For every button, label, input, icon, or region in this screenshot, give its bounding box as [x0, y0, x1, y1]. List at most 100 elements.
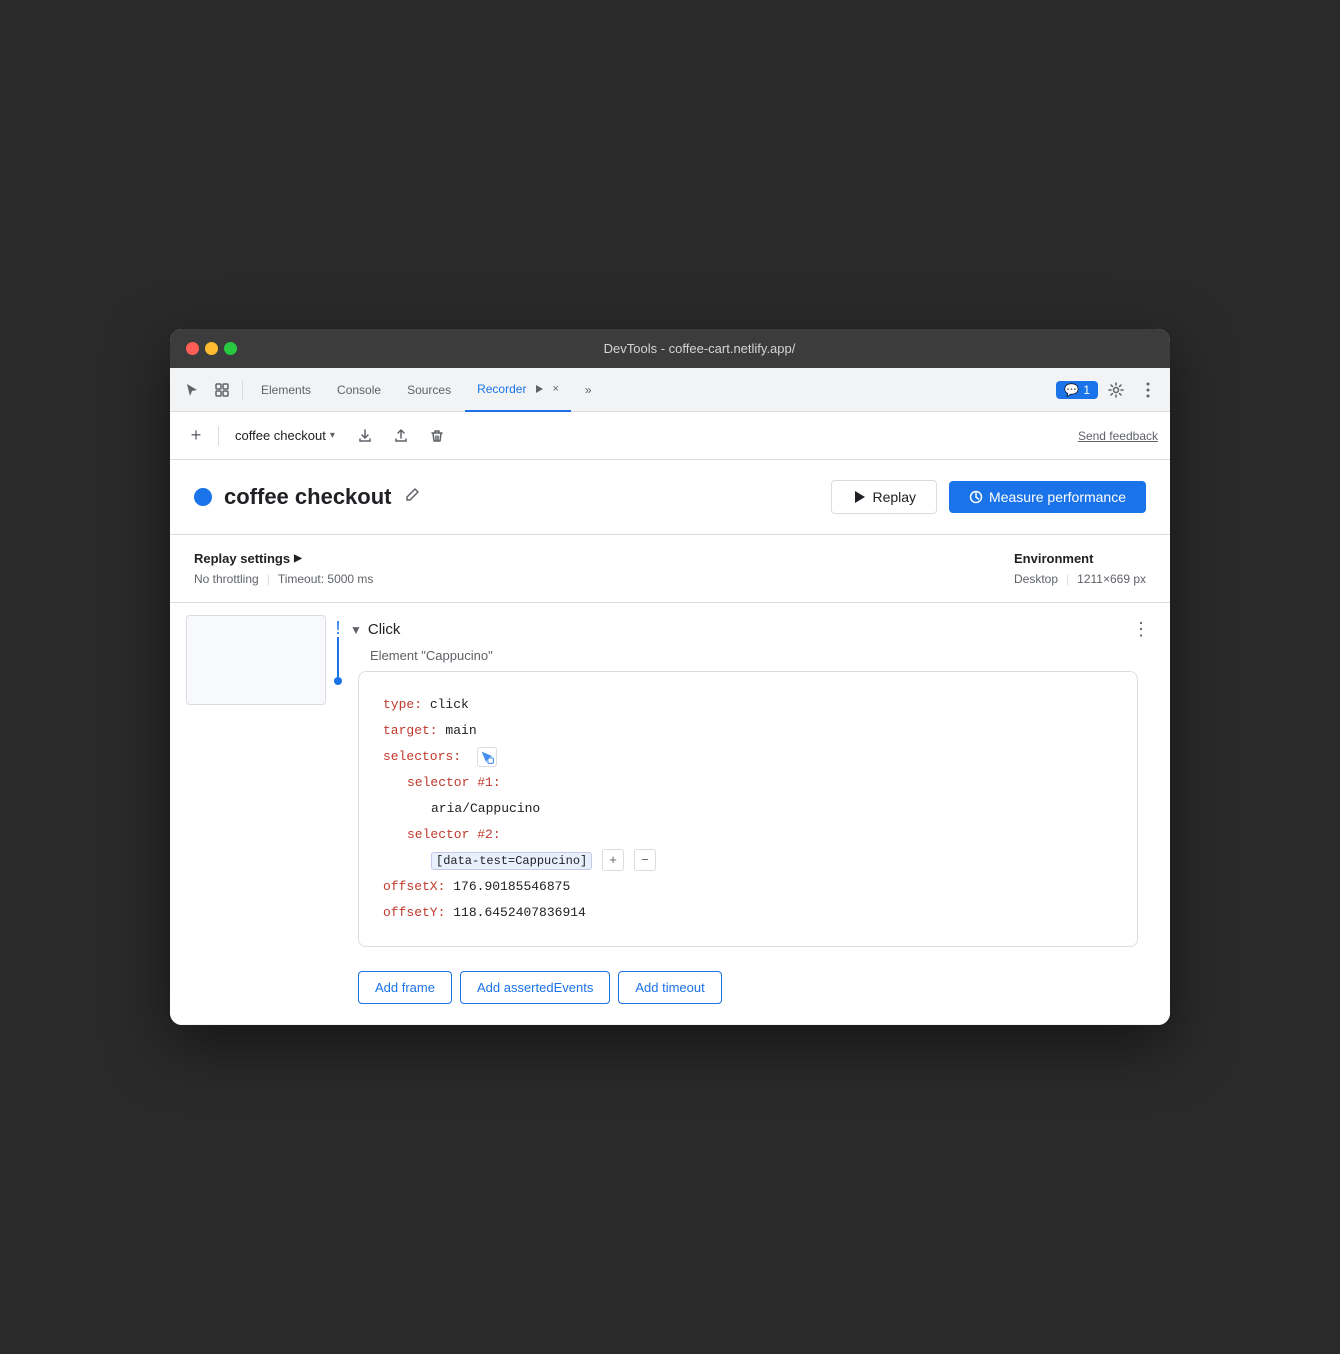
code-selector2-line: selector #2:: [383, 822, 1113, 848]
throttling-value: No throttling: [194, 572, 259, 586]
add-timeout-button[interactable]: Add timeout: [618, 971, 721, 1004]
type-key: type:: [383, 697, 422, 712]
recording-title-area: coffee checkout: [194, 484, 420, 510]
add-recording-button[interactable]: +: [182, 422, 210, 450]
code-selector1-value-line: aria/Cappucino: [383, 796, 1113, 822]
selector-remove-button[interactable]: −: [634, 849, 656, 871]
selector-inspect-button[interactable]: [477, 749, 497, 764]
selectors-key: selectors:: [383, 749, 461, 764]
selector2-key: selector #2:: [407, 827, 501, 842]
step-section: ! ▼ Click ⋮ Element "Cappucino": [170, 603, 1170, 1025]
step-collapse-arrow[interactable]: ▼: [350, 623, 362, 637]
tab-sources[interactable]: Sources: [395, 368, 463, 412]
recorder-tab-close[interactable]: ×: [552, 383, 558, 395]
recording-header: coffee checkout Replay: [170, 460, 1170, 535]
code-selectors-line: selectors:: [383, 744, 1113, 770]
traffic-lights: [186, 342, 237, 355]
offsetX-key: offsetX:: [383, 879, 445, 894]
recording-title: coffee checkout: [224, 484, 392, 510]
inspect-tool-icon[interactable]: [208, 376, 236, 404]
step-code-block: type: click target: main selectors:: [358, 671, 1138, 947]
counter-icon: 💬: [1064, 383, 1079, 397]
devtools-content: Elements Console Sources Recorder × » 💬 …: [170, 368, 1170, 1025]
environment-label: Environment: [1014, 551, 1093, 566]
devtools-settings-icon[interactable]: [1102, 376, 1130, 404]
selector-inspect-icon: [477, 747, 497, 767]
tab-recorder-label: Recorder: [477, 382, 526, 396]
tab-bar: Elements Console Sources Recorder × » 💬 …: [170, 368, 1170, 412]
tab-actions: 💬 1: [1056, 376, 1162, 404]
delete-button[interactable]: [423, 422, 451, 450]
tab-separator-1: [242, 380, 243, 400]
tab-elements[interactable]: Elements: [249, 368, 323, 412]
environment-title: Environment: [1014, 551, 1146, 566]
recording-selector[interactable]: coffee checkout ▾: [227, 424, 343, 447]
edit-title-icon[interactable]: [404, 487, 420, 508]
step-header: ▼ Click ⋮: [350, 615, 1154, 644]
recorder-toolbar: + coffee checkout ▾: [170, 412, 1170, 460]
close-button[interactable]: [186, 342, 199, 355]
minimize-button[interactable]: [205, 342, 218, 355]
code-offsetY-line: offsetY: 118.6452407836914: [383, 900, 1113, 926]
target-value-text: main: [445, 723, 476, 738]
selector1-value: aria/Cappucino: [431, 801, 540, 816]
step-thumbnail: [186, 615, 326, 705]
message-counter-badge[interactable]: 💬 1: [1056, 381, 1098, 399]
measure-performance-button[interactable]: Measure performance: [949, 481, 1146, 513]
recorder-record-icon: [534, 384, 544, 394]
chevron-down-icon: ▾: [330, 430, 335, 441]
connector-line: [337, 637, 339, 677]
replay-button[interactable]: Replay: [831, 480, 937, 514]
tab-more[interactable]: »: [573, 368, 604, 412]
devtools-more-icon[interactable]: [1134, 376, 1162, 404]
replay-settings-label: Replay settings: [194, 551, 290, 566]
add-frame-button[interactable]: Add frame: [358, 971, 452, 1004]
code-target-line: target: main: [383, 718, 1113, 744]
tab-recorder[interactable]: Recorder ×: [465, 368, 571, 412]
selector1-key: selector #1:: [407, 775, 501, 790]
timeout-value: Timeout: 5000 ms: [278, 572, 374, 586]
selector-add-button[interactable]: +: [602, 849, 624, 871]
recording-selector-name: coffee checkout: [235, 428, 326, 443]
add-asserted-events-button[interactable]: Add assertedEvents: [460, 971, 610, 1004]
target-key: target:: [383, 723, 438, 738]
environment-details: Desktop | 1211×669 px: [1014, 572, 1146, 586]
selector2-tag: [data-test=Cappucino]: [431, 852, 592, 870]
tab-console[interactable]: Console: [325, 368, 393, 412]
step-element-label: Element "Cappucino": [370, 648, 1154, 663]
recording-status-dot: [194, 488, 212, 506]
offsetY-value-text: 118.6452407836914: [453, 905, 586, 920]
measure-icon: [969, 490, 983, 504]
counter-value: 1: [1083, 383, 1090, 397]
offsetY-key: offsetY:: [383, 905, 445, 920]
measure-button-label: Measure performance: [989, 489, 1126, 505]
title-bar: DevTools - coffee-cart.netlify.app/: [170, 329, 1170, 368]
replay-button-label: Replay: [872, 489, 916, 505]
warning-icon: !: [335, 619, 340, 637]
step-indicator-dot: [334, 677, 342, 685]
environment-type: Desktop: [1014, 572, 1058, 586]
offsetX-value-text: 176.90185546875: [453, 879, 570, 894]
step-more-button[interactable]: ⋮: [1128, 615, 1154, 644]
code-selector2-value-line: [data-test=Cappucino] + −: [383, 848, 1113, 874]
settings-expand-arrow: ▶: [294, 553, 302, 564]
step-action-buttons: Add frame Add assertedEvents Add timeout: [350, 955, 1154, 1012]
type-value-text: click: [430, 697, 469, 712]
code-selector1-line: selector #1:: [383, 770, 1113, 796]
step-content: ▼ Click ⋮ Element "Cappucino" type: clic…: [350, 615, 1154, 1012]
import-button[interactable]: [387, 422, 415, 450]
code-offsetX-line: offsetX: 176.90185546875: [383, 874, 1113, 900]
replay-settings-details: No throttling | Timeout: 5000 ms: [194, 572, 373, 586]
export-button[interactable]: [351, 422, 379, 450]
send-feedback-link[interactable]: Send feedback: [1078, 429, 1158, 443]
header-actions: Replay Measure performance: [831, 480, 1146, 514]
step-connector: !: [334, 615, 342, 685]
replay-play-icon: [852, 490, 866, 504]
replay-settings-title[interactable]: Replay settings ▶: [194, 551, 373, 566]
window-title: DevTools - coffee-cart.netlify.app/: [245, 341, 1154, 356]
replay-settings-section: Replay settings ▶ No throttling | Timeou…: [170, 535, 1170, 603]
maximize-button[interactable]: [224, 342, 237, 355]
devtools-window: DevTools - coffee-cart.netlify.app/ Elem…: [170, 329, 1170, 1025]
cursor-tool-icon[interactable]: [178, 376, 206, 404]
environment-size: 1211×669 px: [1077, 572, 1146, 586]
